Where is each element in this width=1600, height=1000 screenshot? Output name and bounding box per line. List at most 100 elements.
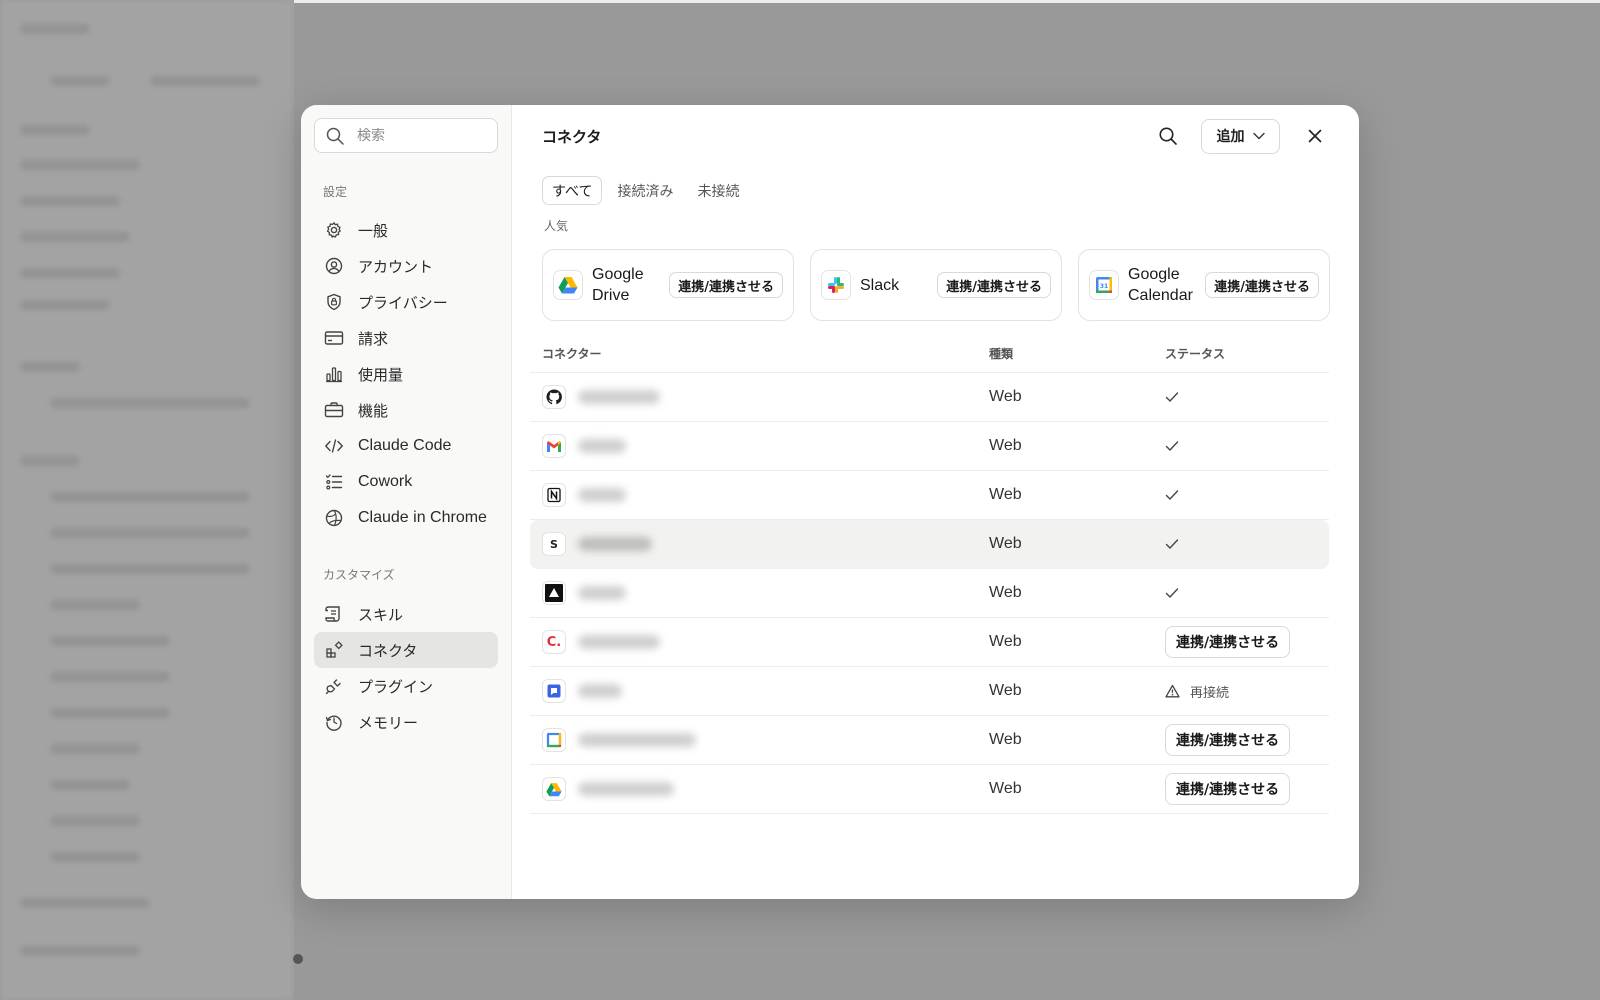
sidebar-item-memory[interactable]: メモリー — [314, 704, 498, 740]
connect-button[interactable]: 連携/連携させる — [1165, 724, 1291, 756]
customize-section-label: カスタマイズ — [323, 568, 395, 582]
connector-name-redacted — [578, 586, 626, 600]
sidebar-item-label: Claude in Chrome — [358, 509, 487, 526]
resize-handle[interactable] — [293, 954, 303, 964]
filter-tabs: すべて 接続済み 未接続 — [542, 176, 1330, 205]
sidebar-item-label: 一般 — [358, 221, 389, 240]
connectors-table: コネクター 種類 ステータス Web Web Web S Web Web C. … — [530, 345, 1329, 814]
sidebar-item-privacy[interactable]: プライバシー — [314, 284, 498, 320]
sidebar-item-features[interactable]: 機能 — [314, 392, 498, 428]
sidebar-item-plugins[interactable]: プラグイン — [314, 668, 498, 704]
sidebar-item-claude-code[interactable]: Claude Code — [314, 428, 498, 464]
search-icon — [1159, 127, 1177, 145]
connect-button[interactable]: 連携/連携させる — [1205, 272, 1319, 298]
connector-name-redacted — [578, 733, 696, 747]
github-icon — [542, 385, 566, 409]
settings-sidebar: 設定 一般 アカウント プライバシー 請求 使用量 機能 Claude Code — [301, 105, 512, 899]
table-row[interactable]: Web — [530, 569, 1329, 618]
sidebar-item-label: 機能 — [358, 401, 389, 420]
connector-name-redacted — [578, 537, 652, 551]
table-row[interactable]: Web 連携/連携させる — [530, 716, 1329, 765]
connect-button[interactable]: 連携/連携させる — [1165, 773, 1291, 805]
gear-icon — [324, 220, 344, 240]
connector-name-redacted — [578, 439, 626, 453]
svg-text:31: 31 — [1100, 283, 1108, 290]
card-name: Google Calendar — [1128, 266, 1193, 304]
popular-card-google-drive[interactable]: Google Drive 連携/連携させる — [542, 249, 794, 321]
sidebar-item-general[interactable]: 一般 — [314, 212, 498, 248]
panel-header: コネクタ 追加 — [542, 105, 1330, 167]
background-app-sidebar — [0, 0, 294, 1000]
search-input[interactable] — [357, 127, 467, 144]
tab-all[interactable]: すべて — [542, 176, 603, 205]
connector-type: Web — [989, 535, 1022, 552]
check-icon — [1165, 392, 1179, 403]
close-button[interactable] — [1300, 121, 1330, 151]
add-button[interactable]: 追加 — [1201, 118, 1280, 154]
briefcase-icon — [324, 400, 344, 420]
connector-type: Web — [989, 584, 1022, 601]
connect-button[interactable]: 連携/連携させる — [669, 272, 783, 298]
connector-type: Web — [989, 682, 1022, 699]
table-header: コネクター 種類 ステータス — [530, 345, 1329, 373]
credit-card-icon — [324, 328, 344, 348]
popular-card-slack[interactable]: Slack 連携/連携させる — [810, 249, 1062, 321]
c-letter-icon: C. — [542, 630, 566, 654]
google-calendar-icon: 31 — [1089, 270, 1119, 300]
connector-name-redacted — [578, 390, 660, 404]
sidebar-item-connectors[interactable]: コネクタ — [314, 632, 498, 668]
check-icon — [1165, 588, 1179, 599]
tab-connected[interactable]: 接続済み — [608, 176, 682, 205]
slack-icon — [821, 270, 851, 300]
popular-card-google-calendar[interactable]: 31 Google Calendar 連携/連携させる — [1078, 249, 1330, 321]
connect-button[interactable]: 連携/連携させる — [937, 272, 1051, 298]
connector-name-redacted — [578, 782, 674, 796]
scroll-icon — [324, 604, 344, 624]
check-icon — [1165, 539, 1179, 550]
table-row[interactable]: Web — [530, 471, 1329, 520]
connector-icon — [324, 640, 344, 660]
search-button[interactable] — [1153, 121, 1183, 151]
table-row[interactable]: S Web — [530, 520, 1329, 569]
notion-icon — [542, 483, 566, 507]
connector-type: Web — [989, 388, 1022, 405]
chevron-down-icon — [1252, 132, 1265, 140]
sidebar-item-cowork[interactable]: Cowork — [314, 464, 498, 500]
sidebar-item-label: アカウント — [358, 257, 434, 276]
table-row[interactable]: Web 再接続 — [530, 667, 1329, 716]
sidebar-item-label: Claude Code — [358, 437, 452, 454]
sidebar-item-skills[interactable]: スキル — [314, 596, 498, 632]
connect-button[interactable]: 連携/連携させる — [1165, 626, 1291, 658]
table-row[interactable]: C. Web 連携/連携させる — [530, 618, 1329, 667]
connectors-panel: コネクタ 追加 すべて 接続済み 未接続 人気 Google Drive 連携/… — [512, 105, 1359, 899]
connector-name-redacted — [578, 488, 626, 502]
shield-icon — [324, 292, 344, 312]
sidebar-item-label: 請求 — [358, 329, 389, 348]
sidebar-item-label: プライバシー — [358, 293, 448, 312]
table-row[interactable]: Web — [530, 422, 1329, 471]
sidebar-item-account[interactable]: アカウント — [314, 248, 498, 284]
google-drive-icon — [542, 777, 566, 801]
check-icon — [1165, 490, 1179, 501]
settings-search[interactable] — [314, 118, 498, 153]
warning-icon — [1165, 684, 1180, 698]
vercel-icon — [542, 581, 566, 605]
sidebar-item-billing[interactable]: 請求 — [314, 320, 498, 356]
sidebar-item-label: 使用量 — [358, 365, 404, 384]
s-letter-icon: S — [542, 532, 566, 556]
tab-not-connected[interactable]: 未接続 — [688, 176, 748, 205]
settings-section-label: 設定 — [323, 185, 348, 199]
checklist-icon — [324, 472, 344, 492]
sidebar-item-label: Cowork — [358, 473, 413, 490]
connector-type: Web — [989, 780, 1022, 797]
sidebar-item-label: スキル — [358, 605, 404, 624]
connector-type: Web — [989, 731, 1022, 748]
check-icon — [1165, 441, 1179, 452]
sidebar-item-usage[interactable]: 使用量 — [314, 356, 498, 392]
table-row[interactable]: Web 連携/連携させる — [530, 765, 1329, 814]
google-calendar-icon — [542, 728, 566, 752]
chat-icon — [542, 679, 566, 703]
reconnect-button[interactable]: 再接続 — [1165, 682, 1229, 701]
sidebar-item-claude-in-chrome[interactable]: Claude in Chrome — [314, 500, 498, 536]
table-row[interactable]: Web — [530, 373, 1329, 422]
